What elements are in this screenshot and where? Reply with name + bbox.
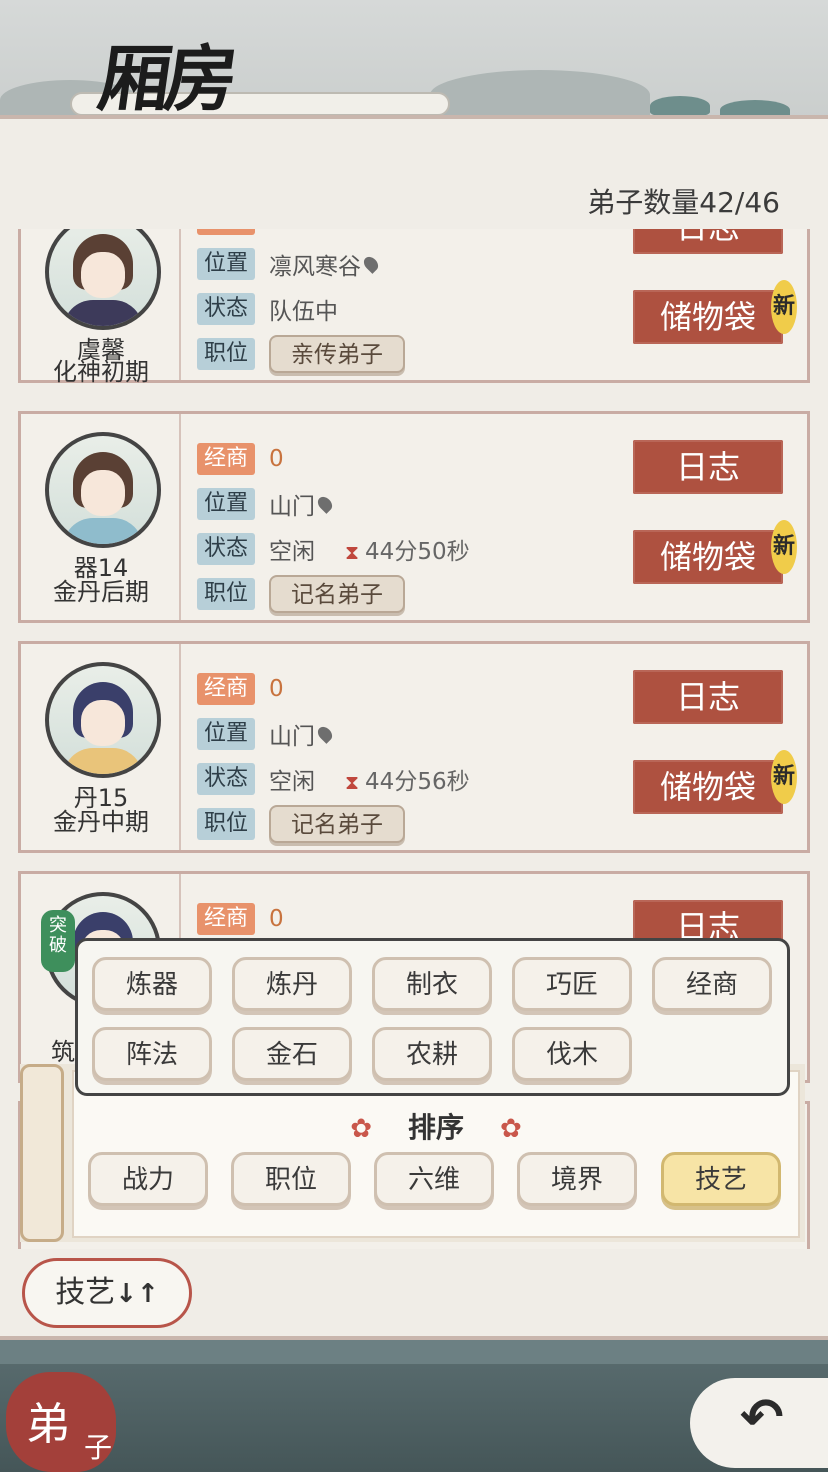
disciple-card[interactable]: 丹15 金丹中期 经商 0 位置 山门 状态 空闲 ⧗ 44分56秒 职位 记名弟子 日志 …	[18, 641, 810, 853]
log-button[interactable]: 日志	[633, 229, 783, 254]
filter-refining[interactable]: 炼器	[92, 957, 212, 1011]
hourglass-icon: ⧗	[345, 769, 360, 794]
timer-value: 44分50秒	[365, 538, 470, 565]
rank-badge: 亲传弟子	[269, 334, 405, 373]
sort-option-six-stats[interactable]: 六维	[374, 1152, 494, 1206]
pine-decoration	[650, 96, 710, 116]
disciple-portrait-area: 器14 金丹后期	[21, 414, 181, 620]
filter-alchemy[interactable]: 炼丹	[232, 957, 352, 1011]
disciple-portrait-area: 丹15 金丹中期	[21, 644, 181, 850]
page-title: 厢房	[93, 36, 238, 121]
storage-bag-button[interactable]: 储物袋新	[633, 280, 797, 344]
sort-title: ✿ 排序 ✿	[350, 1111, 522, 1144]
location-value: 山门	[269, 723, 315, 750]
filter-farming[interactable]: 农耕	[372, 1027, 492, 1081]
location-pin-icon	[315, 723, 335, 744]
disciple-name: 丹15	[73, 784, 129, 812]
position-tag: 职位	[197, 807, 255, 840]
new-badge: 新	[770, 520, 797, 574]
location-tag: 位置	[197, 487, 255, 520]
flower-icon: ✿	[500, 1114, 522, 1144]
disciple-realm: 金丹中期	[53, 808, 149, 836]
trade-tag: 经商	[197, 902, 255, 935]
location-pin-icon	[361, 253, 381, 274]
trade-tag: 经商	[197, 229, 255, 235]
log-button[interactable]: 日志	[633, 670, 783, 724]
sort-toggle-button[interactable]: 技艺↓↑	[22, 1258, 192, 1328]
scroll-rod-decoration	[20, 1064, 64, 1242]
flower-icon: ✿	[350, 1114, 372, 1144]
disciple-realm: 化神初期	[53, 358, 149, 386]
mountain-decoration	[430, 70, 650, 120]
disciple-portrait-area: 虞馨 化神初期	[21, 229, 181, 384]
rank-badge: 记名弟子	[269, 804, 405, 843]
storage-bag-button[interactable]: 储物袋新	[633, 520, 797, 584]
filter-craftsman[interactable]: 巧匠	[512, 957, 632, 1011]
filter-trade[interactable]: 经商	[652, 957, 772, 1011]
sort-option-skill[interactable]: 技艺	[661, 1152, 781, 1206]
avatar[interactable]	[45, 432, 161, 548]
storage-bag-button[interactable]: 储物袋新	[633, 750, 797, 814]
rank-badge: 记名弟子	[269, 574, 405, 613]
status-tag: 状态	[197, 292, 255, 325]
status-value: 空闲	[269, 768, 315, 795]
disciple-count: 弟子数量42/46	[587, 186, 780, 219]
trade-value: 0	[269, 905, 284, 932]
disciple-realm: 金丹后期	[53, 578, 149, 606]
filter-metalstone[interactable]: 金石	[232, 1027, 352, 1081]
breakthrough-badge: 突破	[41, 910, 75, 972]
trade-value: 0	[269, 675, 284, 702]
location-tag: 位置	[197, 717, 255, 750]
new-badge: 新	[770, 750, 797, 804]
filter-logging[interactable]: 伐木	[512, 1027, 632, 1081]
back-button[interactable]: ↶	[690, 1378, 828, 1468]
status-tag: 状态	[197, 532, 255, 565]
timer-value: 44分56秒	[365, 768, 470, 795]
location-pin-icon	[315, 493, 335, 514]
location-tag: 位置	[197, 247, 255, 280]
disciple-name: 器14	[73, 554, 129, 582]
avatar[interactable]	[45, 229, 161, 330]
location-value: 山门	[269, 493, 315, 520]
filter-formation[interactable]: 阵法	[92, 1027, 212, 1081]
new-badge: 新	[770, 280, 797, 334]
status-tag: 状态	[197, 762, 255, 795]
back-arrow-icon: ↶	[740, 1388, 784, 1448]
sort-option-power[interactable]: 战力	[88, 1152, 208, 1206]
disciple-card[interactable]: 器14 金丹后期 经商 0 位置 山门 状态 空闲 ⧗ 44分50秒 职位 记名弟子 日志 …	[18, 411, 810, 623]
position-tag: 职位	[197, 577, 255, 610]
sort-direction-icon: ↓↑	[115, 1279, 159, 1309]
trade-value: 0	[269, 445, 284, 472]
disciple-card[interactable]: 虞馨 化神初期 经商 位置凛风寒谷 状态队伍中 职位亲传弟子 日志 储物袋新	[18, 229, 810, 384]
sort-toggle-label: 技艺	[55, 1275, 116, 1310]
trade-tag: 经商	[197, 442, 255, 475]
status-value: 队伍中	[269, 298, 338, 325]
tab-disciple[interactable]: 弟子	[6, 1372, 116, 1472]
bottom-bar-edge	[0, 1340, 828, 1364]
trade-tag: 经商	[197, 672, 255, 705]
sort-option-position[interactable]: 职位	[231, 1152, 351, 1206]
avatar[interactable]	[45, 662, 161, 778]
position-tag: 职位	[197, 337, 255, 370]
sort-option-realm[interactable]: 境界	[517, 1152, 637, 1206]
log-button[interactable]: 日志	[633, 440, 783, 494]
location-value: 凛风寒谷	[269, 253, 361, 280]
filter-tailoring[interactable]: 制衣	[372, 957, 492, 1011]
status-value: 空闲	[269, 538, 315, 565]
skill-filter-popup: 炼器 炼丹 制衣 巧匠 经商 阵法 金石 农耕 伐木	[75, 938, 790, 1096]
hourglass-icon: ⧗	[345, 539, 360, 564]
